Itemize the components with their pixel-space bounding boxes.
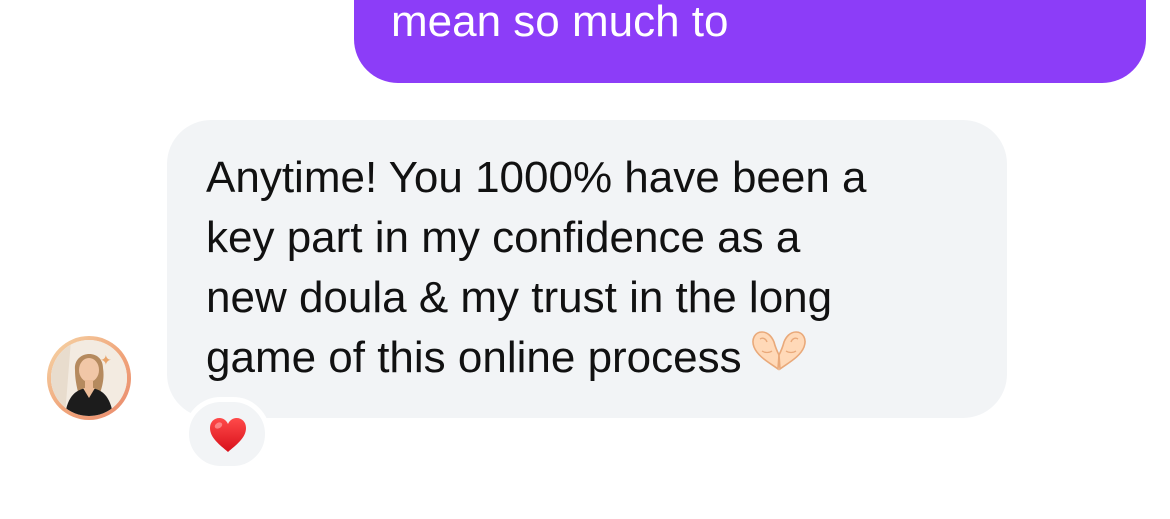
- heart-hands-emoji-icon: [750, 329, 808, 384]
- reaction-badge[interactable]: [184, 397, 270, 471]
- sparkle-icon: ✦: [100, 352, 112, 368]
- message-line: key part in my confidence as a: [206, 213, 801, 262]
- incoming-message-bubble[interactable]: Anytime! You 1000% have been a key part …: [167, 120, 1007, 418]
- avatar-photo: [51, 340, 127, 416]
- message-thread: mean so much to ✦ Anytime! You 1000% hav…: [0, 0, 1170, 519]
- message-line-text: game of this online process: [206, 333, 742, 383]
- outgoing-message-bubble[interactable]: mean so much to: [354, 0, 1146, 83]
- message-line: Anytime! You 1000% have been a: [206, 153, 867, 202]
- red-heart-icon: [208, 416, 248, 459]
- message-line: new doula & my trust in the long: [206, 273, 833, 322]
- outgoing-message-text: mean so much to: [391, 0, 729, 46]
- message-line-last: game of this online process: [206, 331, 808, 388]
- sender-avatar[interactable]: [47, 336, 131, 420]
